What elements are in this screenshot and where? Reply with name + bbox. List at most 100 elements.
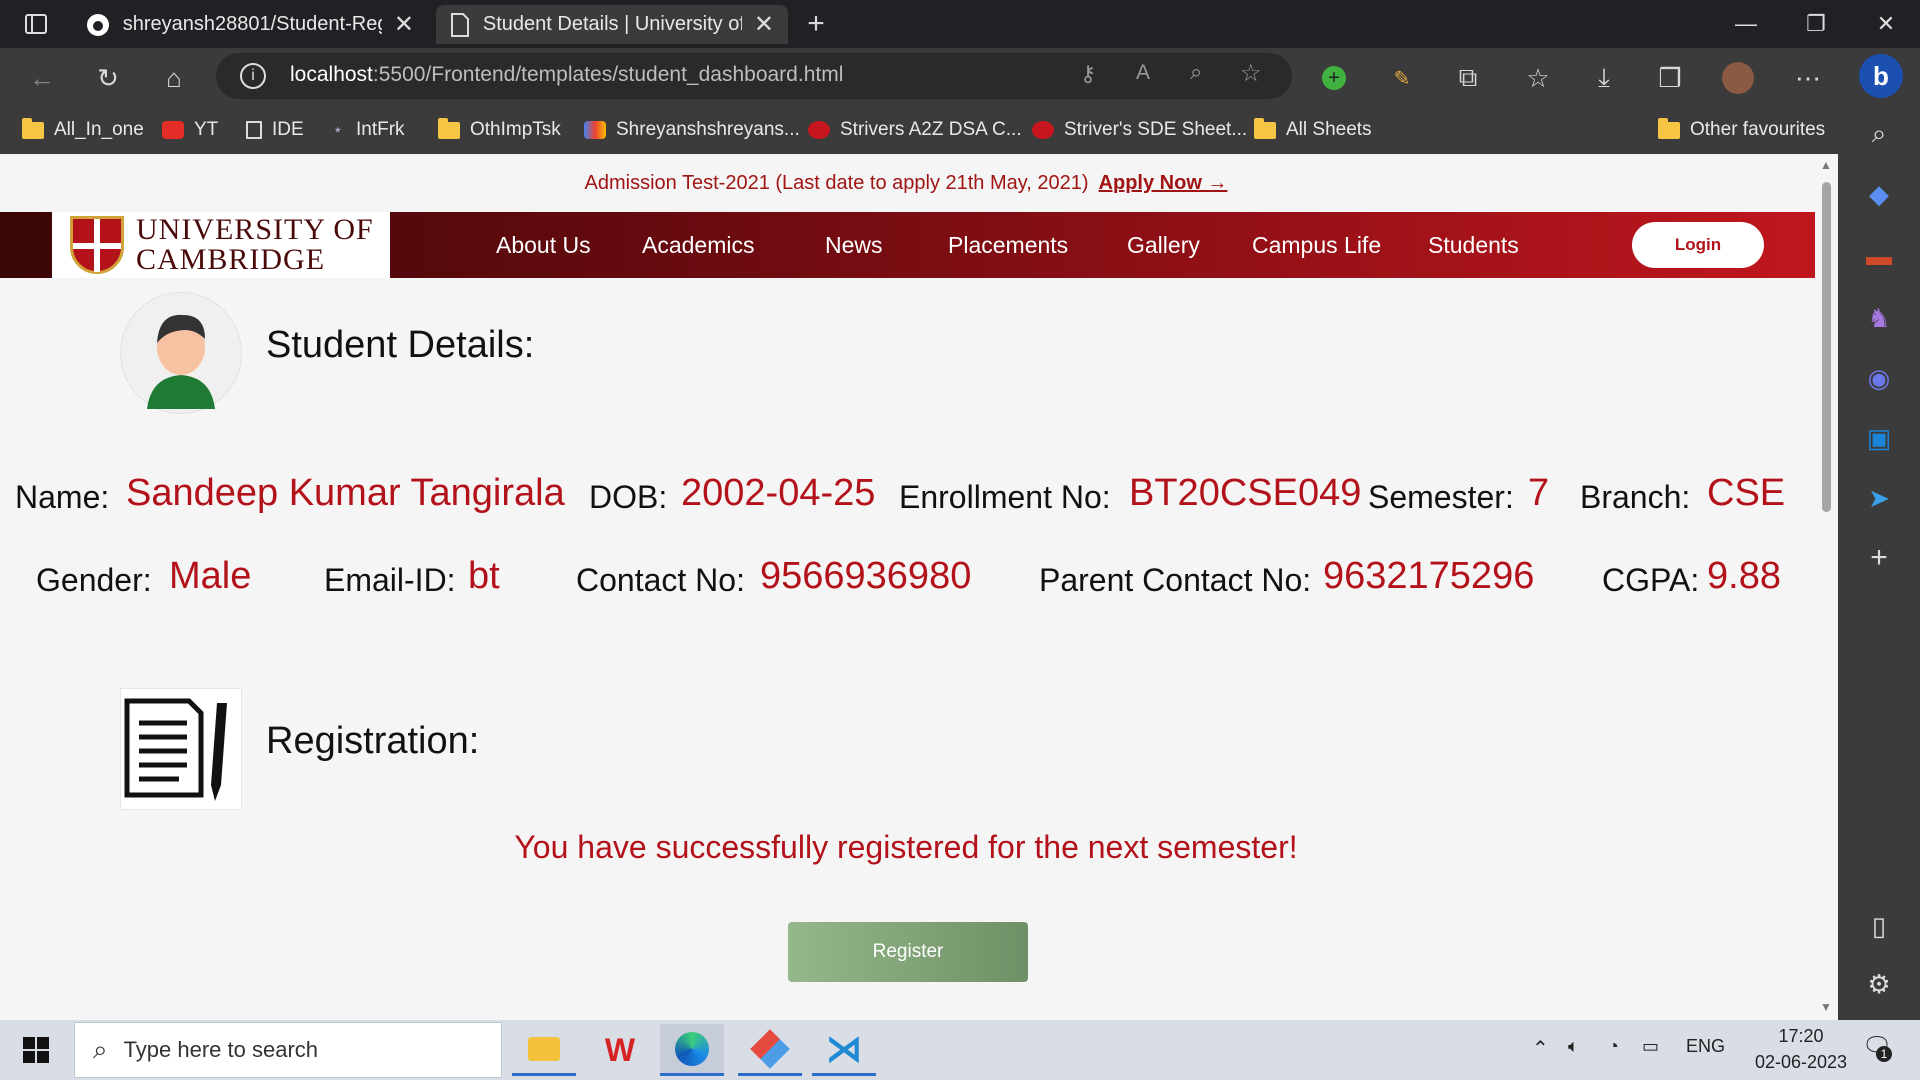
document-pen-icon	[124, 698, 227, 801]
nav-news[interactable]: News	[825, 232, 883, 259]
student-avatar	[120, 292, 242, 414]
enrollment-value: BT20CSE049	[1129, 472, 1362, 514]
wps-office-icon[interactable]: W	[588, 1024, 652, 1076]
parent-contact-value: 9632175296	[1323, 555, 1535, 597]
settings-gear-icon[interactable]: ⚙	[1859, 964, 1899, 1004]
volume-icon[interactable]: 🔈︎	[1568, 1036, 1579, 1057]
bookmark-othimptsk[interactable]: OthImpTsk	[438, 113, 561, 147]
outlook-icon[interactable]: ▣	[1859, 418, 1899, 458]
drop-icon[interactable]: ➤	[1859, 478, 1899, 518]
minimize-icon[interactable]: —	[1716, 6, 1776, 42]
success-message: You have successfully registered for the…	[514, 829, 1298, 865]
new-tab-icon[interactable]: +	[796, 4, 836, 44]
logo-line-1: UNIVERSITY OF	[136, 213, 374, 246]
office-icon[interactable]: ◉	[1859, 358, 1899, 398]
more-menu-icon[interactable]: ⋯	[1788, 58, 1828, 98]
bing-icon[interactable]: b	[1859, 54, 1903, 98]
admission-notice: Admission Test-2021 (Last date to apply …	[0, 172, 1812, 195]
nav-placements[interactable]: Placements	[948, 232, 1068, 259]
bookmark-ide[interactable]: IDE	[246, 113, 304, 147]
add-favourite-icon[interactable]: ☆	[1240, 59, 1262, 88]
tuf-icon	[1032, 121, 1054, 139]
screen: shreyansh28801/Student-Registr ✕ Student…	[0, 0, 1920, 1080]
close-tab-icon[interactable]: ✕	[754, 10, 774, 39]
battery-icon[interactable]: ▭	[1642, 1036, 1659, 1057]
edge-browser-icon[interactable]	[660, 1024, 724, 1076]
address-bar[interactable]: i localhost:5500/Frontend/templates/stud…	[216, 53, 1292, 99]
git-gui-icon[interactable]	[738, 1024, 802, 1076]
wifi-icon[interactable]: ◔	[1608, 1036, 1619, 1057]
nav-about-us[interactable]: About Us	[496, 232, 591, 259]
taskbar-search-box[interactable]: ⌕ Type here to search	[74, 1022, 502, 1078]
bookmark-strivers-a2z[interactable]: Strivers A2Z DSA C...	[808, 113, 1022, 147]
refresh-icon[interactable]: ↻	[88, 58, 128, 98]
favourites-icon[interactable]: ☆	[1518, 58, 1558, 98]
cgpa-value: 9.88	[1707, 555, 1781, 597]
file-explorer-icon[interactable]	[512, 1024, 576, 1076]
sidebar-toggle-icon[interactable]: ▯	[1859, 906, 1899, 946]
bookmark-all-sheets[interactable]: All Sheets	[1254, 113, 1372, 147]
url-text[interactable]: localhost:5500/Frontend/templates/studen…	[290, 63, 843, 87]
back-icon[interactable]: ←	[22, 58, 62, 98]
tab-actions-icon[interactable]	[16, 4, 56, 44]
vscode-icon[interactable]: ⋊	[812, 1024, 876, 1076]
key-icon[interactable]: ⚷	[1080, 61, 1096, 87]
scrollbar-thumb[interactable]	[1822, 182, 1831, 512]
semester-label: Semester:	[1368, 479, 1514, 515]
tab-student-details[interactable]: Student Details | University of Ca ✕	[436, 5, 788, 44]
extension-green-icon[interactable]: +	[1314, 58, 1354, 98]
close-tab-icon[interactable]: ✕	[394, 10, 414, 39]
login-button[interactable]: Login	[1632, 222, 1764, 268]
bookmark-all-in-one[interactable]: All_In_one	[22, 113, 144, 147]
register-button[interactable]: Register	[788, 922, 1028, 982]
tools-icon[interactable]: ▬	[1859, 236, 1899, 276]
bookmark-yt[interactable]: YT	[162, 113, 218, 147]
search-icon[interactable]: ⌕	[1859, 114, 1899, 154]
games-icon[interactable]: ♞	[1859, 298, 1899, 338]
semester-value: 7	[1528, 472, 1550, 514]
scroll-down-icon[interactable]: ▼	[1820, 1000, 1832, 1014]
shopping-tag-icon[interactable]: ◆	[1859, 174, 1899, 214]
window-close-icon[interactable]: ✕	[1856, 6, 1916, 42]
profile-avatar[interactable]	[1718, 58, 1758, 98]
extensions-icon[interactable]: ⧉	[1448, 58, 1488, 98]
bookmark-gmail[interactable]: Shreyanshshreyans...	[584, 113, 800, 147]
nav-students[interactable]: Students	[1428, 232, 1519, 259]
nav-campus-life[interactable]: Campus Life	[1252, 232, 1381, 259]
downloads-icon[interactable]: ⤓	[1584, 58, 1624, 98]
read-aloud-icon[interactable]: A	[1136, 61, 1150, 85]
tab-github[interactable]: shreyansh28801/Student-Registr ✕	[72, 5, 428, 44]
language-indicator[interactable]: ENG	[1686, 1036, 1725, 1057]
scroll-up-icon[interactable]: ▲	[1820, 158, 1832, 172]
branch-value: CSE	[1707, 472, 1786, 514]
windows-taskbar: ⌕ Type here to search W ⋊ ⌃ 🔈︎ ◔ ▭ ENG 1…	[0, 1020, 1920, 1080]
bookmark-intfrk[interactable]: ٭ IntFrk	[334, 113, 405, 147]
bookmark-other-favourites[interactable]: Other favourites	[1658, 113, 1825, 147]
apply-now-link[interactable]: Apply Now →	[1099, 172, 1228, 194]
edge-sidebar: b ⌕ ◆ ▬ ♞ ◉ ▣ ➤ + ▯ ⚙	[1838, 48, 1920, 1020]
notifications-icon[interactable]: 🗨︎ 1	[1862, 1032, 1892, 1062]
page-scrollbar[interactable]: ▲ ▼	[1815, 154, 1838, 1020]
clock-date[interactable]: 02-06-2023	[1736, 1052, 1866, 1073]
info-icon[interactable]: i	[240, 63, 266, 89]
parent-contact-label: Parent Contact No:	[1039, 562, 1312, 598]
university-logo[interactable]: UNIVERSITY OF CAMBRIDGE	[52, 212, 390, 278]
collections-icon[interactable]: ❒	[1650, 58, 1690, 98]
search-placeholder: Type here to search	[123, 1037, 319, 1062]
clock-time[interactable]: 17:20	[1752, 1026, 1850, 1047]
home-icon[interactable]: ⌂	[154, 58, 194, 98]
extension-pen-icon[interactable]: ✎	[1382, 58, 1422, 98]
add-sidebar-icon[interactable]: +	[1859, 538, 1899, 578]
folder-icon	[438, 117, 460, 139]
zoom-icon[interactable]: ⌕	[1190, 59, 1202, 85]
notice-text: Admission Test-2021 (Last date to apply …	[584, 172, 1089, 194]
nav-gallery[interactable]: Gallery	[1127, 232, 1200, 259]
start-windows-icon[interactable]	[4, 1024, 68, 1076]
nav-academics[interactable]: Academics	[642, 232, 754, 259]
bookmark-strivers-sde[interactable]: Striver's SDE Sheet...	[1032, 113, 1247, 147]
intfrk-icon: ٭	[334, 121, 342, 137]
page-viewport: Admission Test-2021 (Last date to apply …	[0, 154, 1838, 1020]
tab-label: Student Details | University of Ca	[482, 13, 742, 35]
tray-chevron-icon[interactable]: ⌃	[1532, 1036, 1549, 1061]
restore-icon[interactable]: ❐	[1786, 6, 1846, 42]
